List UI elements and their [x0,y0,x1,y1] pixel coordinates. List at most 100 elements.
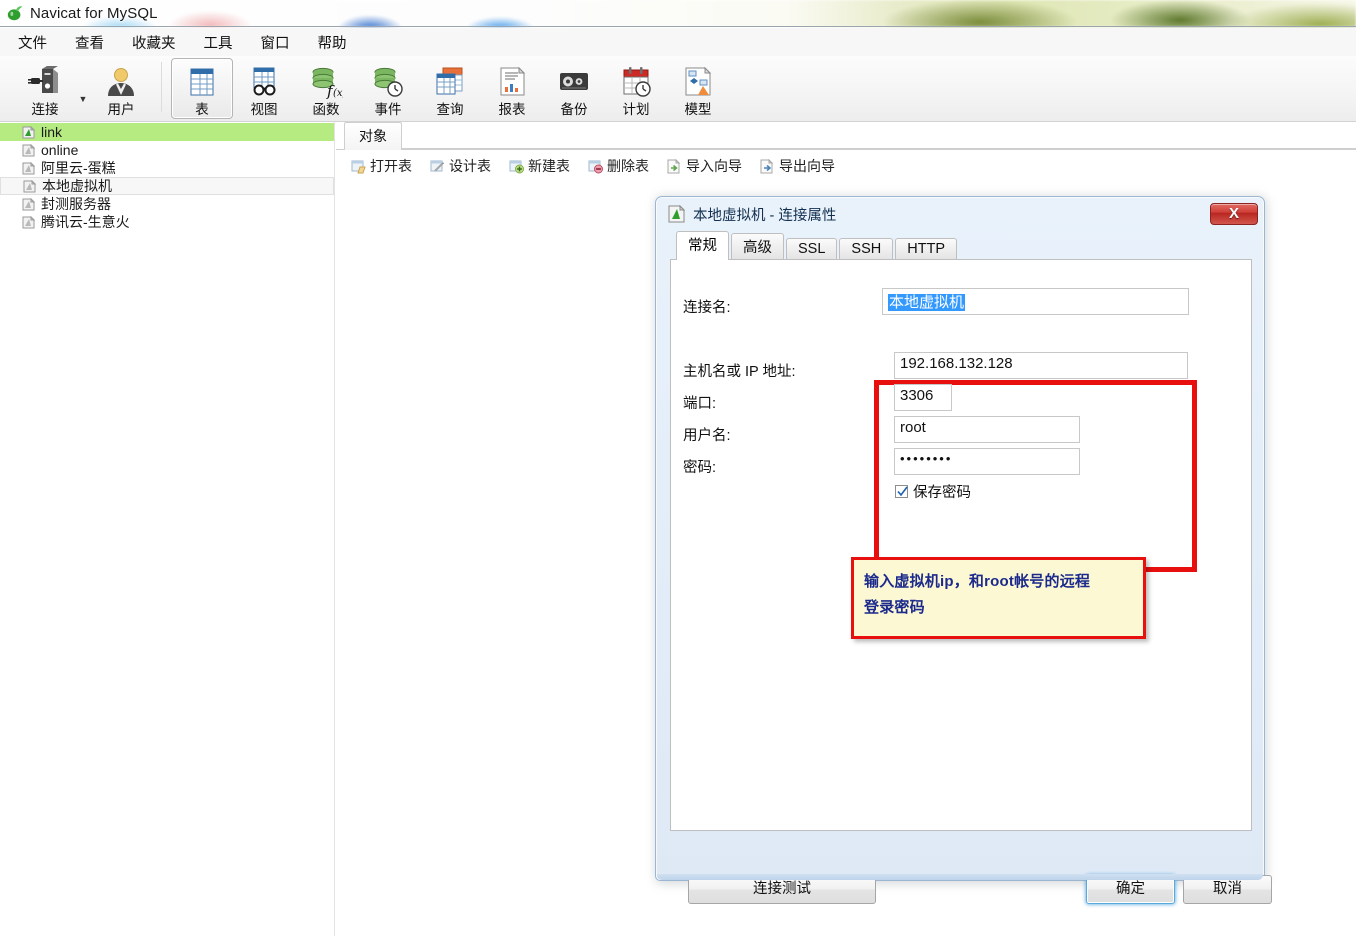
design-table-icon [430,160,444,172]
toolbar-button-function[interactable]: f (x) 函数 [295,58,357,119]
toolbar-button-event[interactable]: 事件 [357,58,419,119]
host-label: 主机名或 IP 地址: [683,364,796,380]
tab-ssl[interactable]: SSL [786,238,838,260]
connection-file-icon [23,179,36,192]
sidebar-item-online[interactable]: online [0,141,334,159]
object-tabstrip-filler [402,148,1356,149]
main-toolbar: 连接 ▼ 用户 表 视图 f (x 函数 事件 查询 报表 备份 计划 模型 [0,56,1356,122]
port-label: 端口: [683,396,717,412]
import-wizard-icon [667,158,681,173]
toolbar-label-event: 事件 [374,102,402,117]
toolbar-button-table[interactable]: 表 [171,58,233,119]
toolbar-button-model[interactable]: 模型 [667,58,729,119]
toolbar-label-report: 报表 [498,102,526,117]
import-wizard-button[interactable]: 导入向导 [660,154,749,178]
design-table-button[interactable]: 设计表 [423,154,498,178]
connection-dropdown-caret-icon[interactable]: ▼ [76,94,90,104]
password-input[interactable]: •••••••• [894,448,1080,475]
delete-table-button[interactable]: 删除表 [581,154,656,178]
toolbar-label-function: 函数 [312,102,340,117]
password-value: •••••••• [900,451,953,466]
navicat-logo-icon [7,6,23,21]
tab-advanced[interactable]: 高级 [731,233,784,260]
sidebar-item-label: online [41,142,79,158]
annotation-line-2: 登录密码 [864,599,925,616]
toolbar-button-schedule[interactable]: 计划 [605,58,667,119]
save-password-row[interactable]: 保存密码 [895,481,971,502]
toolbar-button-connection[interactable]: 连接 [14,58,76,119]
port-input[interactable]: 3306 [894,384,952,411]
tab-ssh[interactable]: SSH [839,238,894,260]
export-wizard-label: 导出向导 [779,158,835,174]
menu-item-tools[interactable]: 工具 [190,29,247,56]
window-titlebar: Navicat for MySQL [0,0,1356,27]
function-icon: f (x) [309,63,343,101]
toolbar-button-report[interactable]: 报表 [481,58,543,119]
connection-name-row: 连接名: [683,296,731,317]
toolbar-label-table: 表 [195,102,209,117]
sidebar-item-link[interactable]: link [0,123,334,141]
sidebar-item-beta-server[interactable]: 封测服务器 [0,195,334,213]
connection-icon [27,63,63,101]
tab-general[interactable]: 常规 [676,231,729,260]
svg-text:(x): (x) [333,88,343,99]
close-icon[interactable]: X [1210,203,1258,225]
toolbar-label-schedule: 计划 [622,102,650,117]
password-row: 密码: [683,456,716,477]
tab-objects[interactable]: 对象 [344,122,402,150]
connection-tree-sidebar: link online 阿里云-蛋糕 本地虚拟机 封测服务器 腾讯云-生意火 [0,122,335,936]
connection-name-input[interactable]: 本地虚拟机 [882,288,1189,315]
toolbar-label-user: 用户 [107,102,135,117]
navicat-connection-icon [668,205,686,223]
export-wizard-icon [760,158,774,173]
username-input[interactable]: root [894,416,1080,443]
host-input[interactable]: 192.168.132.128 [894,352,1188,379]
host-row: 主机名或 IP 地址: [683,360,796,381]
open-table-button[interactable]: 打开表 [344,154,419,178]
connection-file-icon [22,215,35,228]
view-icon [247,63,281,101]
toolbar-button-user[interactable]: 用户 [90,58,152,119]
password-label: 密码: [683,460,717,476]
sidebar-item-local-vm[interactable]: 本地虚拟机 [0,177,334,195]
toolbar-button-backup[interactable]: 备份 [543,58,605,119]
new-table-button[interactable]: 新建表 [502,154,577,178]
menu-item-file[interactable]: 文件 [4,29,61,56]
save-password-checkbox[interactable] [895,485,908,498]
sidebar-item-label: 腾讯云-生意火 [41,214,130,230]
toolbar-label-connection: 连接 [31,102,59,117]
toolbar-button-query[interactable]: 查询 [419,58,481,119]
username-row: 用户名: [683,424,731,445]
design-table-label: 设计表 [449,158,491,174]
connection-file-icon [22,161,35,174]
import-wizard-label: 导入向导 [686,158,742,174]
user-icon [104,63,138,101]
toolbar-separator-1 [161,62,162,112]
connection-file-icon [22,125,35,138]
dialog-body: 常规 高级 SSL SSH HTTP 连接名: 本地虚拟机 主机名或 IP 地址… [670,231,1272,904]
toolbar-label-backup: 备份 [560,102,588,117]
table-icon [187,63,217,101]
connection-file-icon [22,197,35,210]
toolbar-label-query: 查询 [436,102,464,117]
backup-icon [557,63,591,101]
menu-item-favorites[interactable]: 收藏夹 [118,29,190,56]
menu-item-help[interactable]: 帮助 [304,29,361,56]
toolbar-label-model: 模型 [684,102,712,117]
tab-http[interactable]: HTTP [895,238,958,260]
sidebar-item-aliyun-dangao[interactable]: 阿里云-蛋糕 [0,159,334,177]
menu-item-window[interactable]: 窗口 [247,29,304,56]
toolbar-button-view[interactable]: 视图 [233,58,295,119]
delete-table-label: 删除表 [607,158,649,174]
new-table-icon [509,160,524,173]
open-table-icon [351,160,366,173]
port-value: 3306 [900,387,934,404]
query-icon [433,63,467,101]
object-tabstrip: 对象 [336,122,1356,150]
export-wizard-button[interactable]: 导出向导 [753,154,842,178]
menu-item-view[interactable]: 查看 [61,29,118,56]
username-label: 用户名: [683,428,731,444]
username-value: root [900,419,926,436]
dialog-tabstrip: 常规 高级 SSL SSH HTTP [670,231,1252,260]
sidebar-item-tencent-shengyihuo[interactable]: 腾讯云-生意火 [0,213,334,231]
